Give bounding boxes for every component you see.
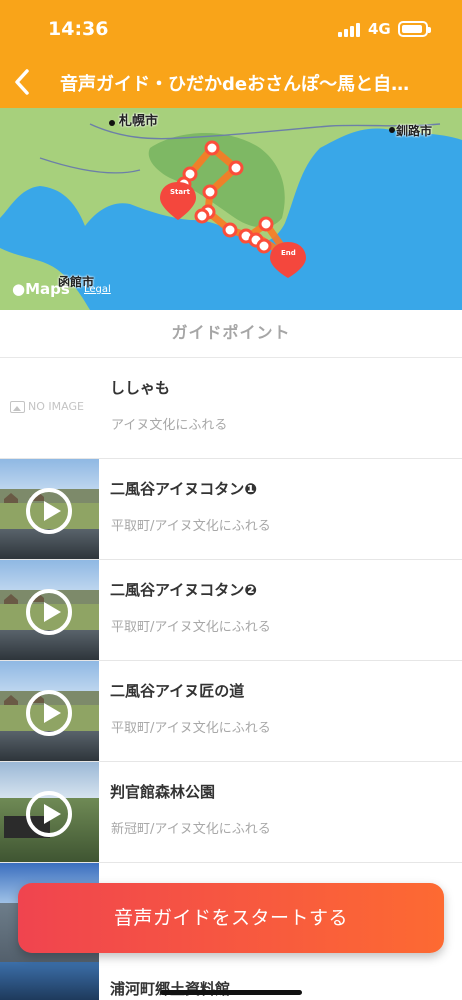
list-item[interactable]: 二風谷アイヌコタン❶ 平取町/アイヌ文化にふれる: [0, 459, 462, 560]
no-image-thumbnail: NO IMAGE: [0, 358, 99, 458]
map-label-kushiro: 釧路市: [396, 124, 433, 138]
play-icon[interactable]: [26, 690, 72, 736]
network-type: 4G: [368, 20, 391, 38]
play-icon[interactable]: [26, 488, 72, 534]
list-item[interactable]: 二風谷アイヌコタン❷ 平取町/アイヌ文化にふれる: [0, 560, 462, 661]
section-header: ガイドポイント: [0, 310, 462, 358]
item-title: 判官館森林公園: [110, 783, 216, 801]
item-subtitle: 平取町/アイヌ文化にふれる: [111, 620, 271, 635]
list-item[interactable]: NO IMAGE ししゃも アイヌ文化にふれる: [0, 358, 462, 459]
image-icon: [10, 401, 25, 413]
item-title: 二風谷アイヌコタン❷: [110, 581, 257, 599]
item-subtitle: アイヌ文化にふれる: [111, 418, 228, 433]
signal-icon: [338, 23, 362, 37]
list-item[interactable]: 判官館森林公園 新冠町/アイヌ文化にふれる: [0, 762, 462, 863]
item-subtitle: 平取町/アイヌ文化にふれる: [111, 519, 271, 534]
apple-logo-icon: ●: [12, 280, 26, 298]
item-subtitle: 新冠町/アイヌ文化にふれる: [111, 822, 271, 837]
navigation-bar: 14:36 4G 音声ガイド・ひだかdeおさんぽ〜馬と自…: [0, 0, 462, 108]
start-guide-button[interactable]: 音声ガイドをスタートする: [18, 883, 444, 953]
item-title: 二風谷アイヌ匠の道: [110, 682, 245, 700]
play-icon[interactable]: [26, 791, 72, 837]
play-icon[interactable]: [26, 589, 72, 635]
list-item[interactable]: 二風谷アイヌ匠の道 平取町/アイヌ文化にふれる: [0, 661, 462, 762]
maps-attribution: ●Maps: [12, 280, 70, 298]
legal-link[interactable]: Legal: [84, 284, 111, 295]
back-button[interactable]: [6, 62, 40, 102]
map-start-label: Start: [170, 188, 190, 196]
no-image-placeholder: NO IMAGE: [10, 400, 84, 413]
item-thumbnail: [0, 962, 99, 1000]
route-map[interactable]: 札幌市 釧路市 函館市 Start End ●Maps Legal: [0, 108, 462, 310]
chevron-left-icon: [15, 69, 29, 95]
item-title: 浦河町郷土資料館: [110, 980, 231, 998]
item-thumbnail: [0, 661, 99, 761]
screen: 14:36 4G 音声ガイド・ひだかdeおさんぽ〜馬と自… 札幌市 釧路市 函館…: [0, 0, 462, 1000]
item-subtitle: 平取町/アイヌ文化にふれる: [111, 721, 271, 736]
status-time: 14:36: [48, 18, 109, 40]
map-label-sapporo: 札幌市: [119, 114, 159, 129]
item-thumbnail: [0, 459, 99, 559]
map-end-label: End: [281, 249, 296, 257]
item-thumbnail: [0, 762, 99, 862]
item-thumbnail: [0, 560, 99, 660]
home-indicator[interactable]: [160, 990, 302, 995]
item-title: 二風谷アイヌコタン❶: [110, 480, 257, 498]
battery-icon: [398, 21, 431, 37]
item-title: ししゃも: [110, 379, 171, 397]
page-title: 音声ガイド・ひだかdeおさんぽ〜馬と自…: [60, 74, 410, 95]
